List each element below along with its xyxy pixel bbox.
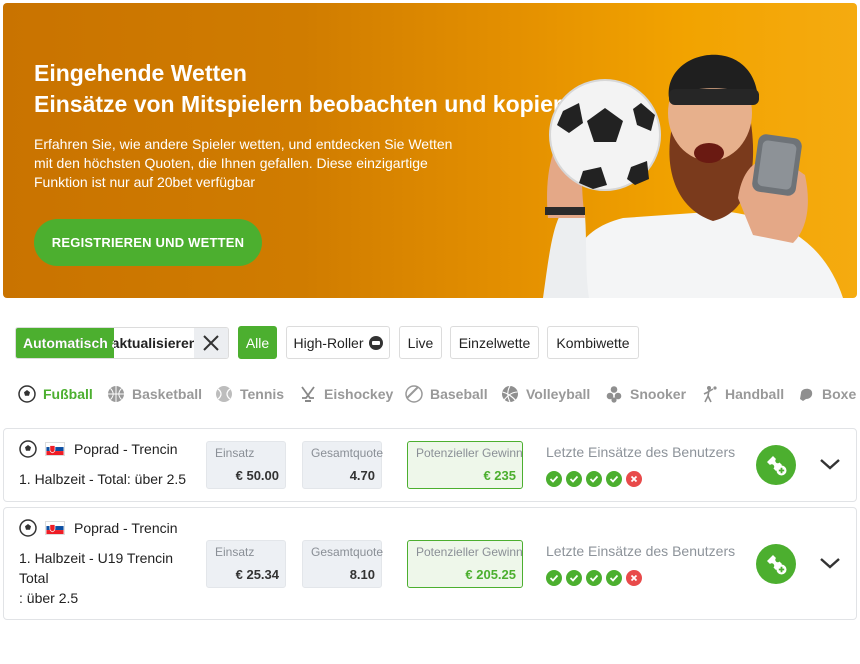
- bet-market-line: 1. Halbzeit - U19 Trencin: [19, 550, 174, 566]
- stake-box: Einsatz € 25.34: [206, 540, 286, 588]
- sport-tab-boxing[interactable]: Boxe: [797, 384, 856, 404]
- auto-update-toggle[interactable]: Automatisch aktualisieren Automatisch ak…: [15, 327, 229, 359]
- bet-market-line: Total: [19, 570, 49, 586]
- check-icon: [566, 471, 582, 487]
- boxing-glove-icon: [797, 385, 815, 403]
- sport-tab-label: Boxe: [822, 386, 857, 402]
- potential-win-box: Potenzieller Gewinn € 205.25: [407, 540, 523, 588]
- potential-win-value: € 235: [483, 468, 516, 483]
- stake-box: Einsatz € 50.00: [206, 441, 286, 489]
- copy-bet-button[interactable]: [756, 445, 796, 485]
- potential-win-label: Potenzieller Gewinn: [416, 545, 523, 559]
- auto-update-label-highlight: Automatisch aktualisieren: [23, 335, 114, 351]
- basketball-icon: [107, 385, 125, 403]
- copy-ticket-icon: [767, 555, 787, 575]
- check-icon: [606, 471, 622, 487]
- banner-description: Erfahren Sie, wie andere Spieler wetten,…: [34, 136, 453, 190]
- cross-icon: [626, 471, 642, 487]
- recent-bets-label: Letzte Einsätze des Benutzers: [546, 444, 736, 460]
- odds-label: Gesamtquoten: [311, 446, 383, 460]
- sport-tab-ice-hockey[interactable]: Eishockey: [299, 384, 393, 404]
- check-icon: [586, 570, 602, 586]
- sport-tab-label: Basketball: [132, 386, 203, 402]
- slovakia-flag-icon: [45, 442, 65, 456]
- register-and-bet-button[interactable]: REGISTRIEREN UND WETTEN: [34, 219, 262, 266]
- soccer-ball-icon: [19, 440, 37, 458]
- banner-title-line2: Einsätze von Mitspielern beobachten und …: [34, 91, 589, 117]
- sport-tab-handball[interactable]: Handball: [700, 384, 784, 404]
- stake-label: Einsatz: [215, 545, 255, 559]
- check-icon: [566, 570, 582, 586]
- bet-market: 1. Halbzeit - Total: über 2.5: [19, 471, 187, 487]
- sport-tab-football[interactable]: Fußball: [18, 384, 93, 404]
- odds-value: 4.70: [349, 468, 375, 483]
- recent-results: [546, 570, 642, 586]
- soccer-ball-icon: [19, 519, 37, 537]
- tennis-ball-icon: [215, 385, 233, 403]
- sport-tab-basketball[interactable]: Basketball: [107, 384, 202, 404]
- banner-title-line1: Eingehende Wetten: [34, 60, 247, 86]
- sport-tab-label: Tennis: [240, 386, 285, 402]
- sport-tab-label: Baseball: [430, 386, 488, 402]
- match-name: Poprad - Trencin: [74, 520, 178, 536]
- stake-value: € 25.34: [235, 567, 279, 582]
- filter-chip-all[interactable]: Alle: [238, 326, 277, 359]
- bet-card[interactable]: Poprad - Trencin 1. Halbzeit - U19 Trenc…: [3, 507, 857, 620]
- bet-card[interactable]: Poprad - Trencin 1. Halbzeit - Total: üb…: [3, 428, 857, 502]
- recent-results: [546, 471, 642, 487]
- recent-bets-label: Letzte Einsätze des Benutzers: [546, 543, 736, 559]
- sport-tab-baseball[interactable]: Baseball: [405, 384, 488, 404]
- potential-win-value: € 205.25: [465, 567, 516, 582]
- match-header: Poprad - Trencin: [19, 519, 178, 537]
- close-icon[interactable]: [194, 328, 228, 358]
- hockey-sticks-icon: [299, 385, 317, 403]
- odds-box: Gesamtquoten 8.10: [302, 540, 383, 588]
- stake-label: Einsatz: [215, 446, 255, 460]
- filter-chip-high-roller[interactable]: High-Roller: [286, 326, 390, 359]
- check-icon: [586, 471, 602, 487]
- sport-tab-label: Volleyball: [526, 386, 591, 402]
- chevron-down-icon[interactable]: [818, 551, 842, 575]
- sport-tab-tennis[interactable]: Tennis: [215, 384, 284, 404]
- filter-chip-label: High-Roller: [293, 334, 364, 351]
- odds-label: Gesamtquoten: [311, 545, 383, 559]
- bet-market-line: : über 2.5: [19, 590, 79, 606]
- crown-icon: [368, 335, 383, 350]
- filter-chip-live[interactable]: Live: [399, 326, 442, 359]
- sport-tab-label: Eishockey: [324, 386, 394, 402]
- check-icon: [546, 570, 562, 586]
- volleyball-icon: [501, 385, 519, 403]
- sport-tab-volleyball[interactable]: Volleyball: [501, 384, 590, 404]
- check-icon: [546, 471, 562, 487]
- filter-chip-combo[interactable]: Kombiwette: [547, 326, 639, 359]
- filter-chip-single[interactable]: Einzelwette: [450, 326, 539, 359]
- odds-value: 8.10: [349, 567, 375, 582]
- check-icon: [606, 570, 622, 586]
- snooker-balls-icon: [605, 385, 623, 403]
- soccer-ball-icon: [18, 385, 36, 403]
- bearded-man-with-ball-image: [543, 54, 843, 298]
- chevron-down-icon[interactable]: [818, 452, 842, 476]
- sport-tab-label: Handball: [725, 386, 785, 402]
- sport-tab-label: Fußball: [43, 386, 93, 402]
- promo-banner: Eingehende Wetten Einsätze von Mitspiele…: [3, 3, 857, 298]
- bet-market: 1. Halbzeit - U19 Trencin Total : über 2…: [19, 548, 173, 608]
- slovakia-flag-icon: [45, 521, 65, 535]
- potential-win-box: Potenzieller Gewinn € 235: [407, 441, 523, 489]
- banner-title: Eingehende Wetten Einsätze von Mitspiele…: [34, 58, 589, 120]
- stake-value: € 50.00: [235, 468, 279, 483]
- sport-tab-snooker[interactable]: Snooker: [605, 384, 686, 404]
- match-header: Poprad - Trencin: [19, 440, 178, 458]
- cross-icon: [626, 570, 642, 586]
- odds-box: Gesamtquoten 4.70: [302, 441, 383, 489]
- baseball-icon: [405, 385, 423, 403]
- handball-player-icon: [700, 385, 718, 403]
- sport-tab-label: Snooker: [630, 386, 687, 402]
- potential-win-label: Potenzieller Gewinn: [416, 446, 523, 460]
- copy-bet-button[interactable]: [756, 544, 796, 584]
- match-name: Poprad - Trencin: [74, 441, 178, 457]
- copy-ticket-icon: [767, 456, 787, 476]
